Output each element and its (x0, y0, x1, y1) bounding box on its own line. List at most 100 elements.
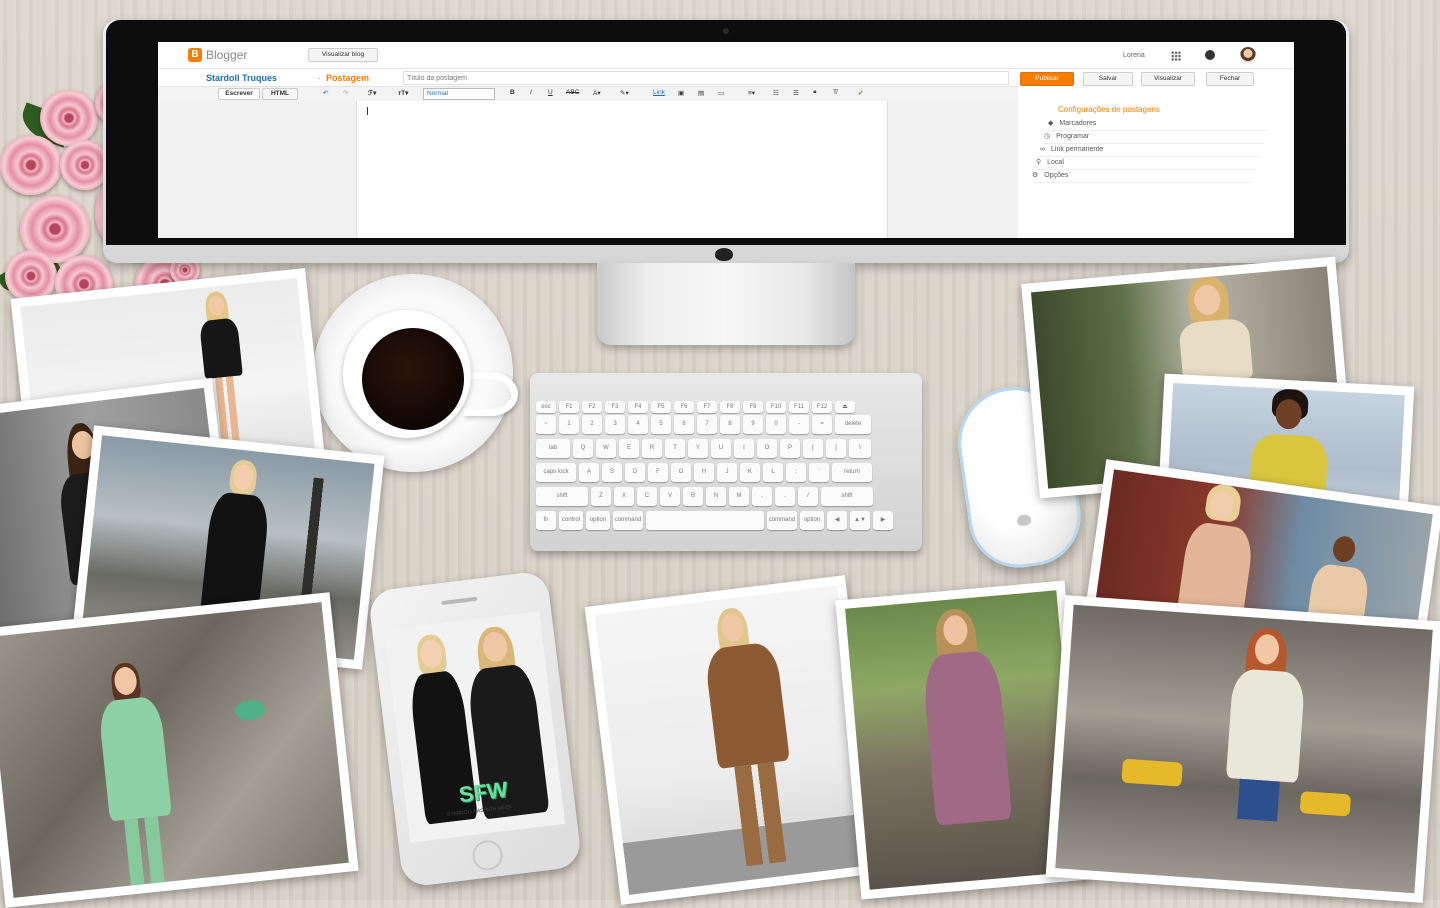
key[interactable]: F8 (720, 401, 740, 413)
font-size-icon[interactable]: ᴛT▾ (398, 89, 408, 97)
key[interactable]: 8 (720, 415, 740, 434)
key[interactable]: N (706, 487, 726, 506)
key[interactable]: F1 (559, 401, 579, 413)
apps-grid-icon[interactable] (1171, 51, 1181, 61)
key[interactable]: M (729, 487, 749, 506)
key[interactable]: H (694, 463, 714, 482)
key[interactable]: return (832, 463, 872, 482)
key[interactable]: P (780, 439, 800, 458)
key[interactable]: 3 (605, 415, 625, 434)
key[interactable]: C (637, 487, 657, 506)
image-icon[interactable]: ▣ (678, 89, 684, 97)
key[interactable]: T (665, 439, 685, 458)
redo-icon[interactable]: ↷ (343, 89, 348, 97)
key[interactable]: A (579, 463, 599, 482)
key[interactable]: shift (536, 487, 588, 506)
key[interactable]: - (789, 415, 809, 434)
key[interactable]: 2 (582, 415, 602, 434)
key[interactable]: control (559, 511, 583, 530)
spellcheck-icon[interactable]: ✔ (858, 89, 863, 97)
key[interactable]: I (734, 439, 754, 458)
key[interactable]: command (613, 511, 643, 530)
key[interactable]: ~ (536, 415, 556, 434)
avatar[interactable] (1240, 47, 1256, 63)
key[interactable]: Q (573, 439, 593, 458)
publish-button[interactable]: Publicar (1020, 72, 1074, 86)
post-body-editor[interactable] (356, 101, 888, 238)
key[interactable]: X (614, 487, 634, 506)
key[interactable]: ' (809, 463, 829, 482)
blog-name[interactable]: Stardoll Truques (206, 73, 277, 83)
text-color-icon[interactable]: A▾ (593, 89, 601, 97)
key[interactable] (646, 511, 764, 530)
align-icon[interactable]: ≡▾ (748, 89, 755, 97)
close-button[interactable]: Fechar (1206, 72, 1254, 86)
clear-format-icon[interactable]: T̸ (833, 89, 837, 96)
key[interactable]: Z (591, 487, 611, 506)
jump-break-icon[interactable]: ▭ (718, 89, 724, 97)
tab-html[interactable]: HTML (262, 88, 298, 100)
key[interactable]: ▲▼ (850, 511, 870, 530)
key[interactable]: ◀ (827, 511, 847, 530)
key[interactable]: 4 (628, 415, 648, 434)
key[interactable]: F4 (628, 401, 648, 413)
key[interactable]: L (763, 463, 783, 482)
underline-icon[interactable]: U (548, 89, 553, 96)
key[interactable]: , (752, 487, 772, 506)
key[interactable]: 7 (697, 415, 717, 434)
bullet-list-icon[interactable]: ☰ (793, 89, 799, 97)
settings-item-labels[interactable]: ◆ Marcadores (1048, 118, 1268, 131)
key[interactable]: E (619, 439, 639, 458)
highlight-icon[interactable]: ✎▾ (620, 89, 629, 97)
format-select[interactable]: Normal (423, 88, 495, 100)
key[interactable]: F9 (743, 401, 763, 413)
key[interactable]: command (767, 511, 797, 530)
key[interactable]: caps lock (536, 463, 576, 482)
key[interactable]: 0 (766, 415, 786, 434)
key[interactable]: O (757, 439, 777, 458)
key[interactable]: F6 (674, 401, 694, 413)
key[interactable]: \ (849, 439, 871, 458)
key[interactable]: F5 (651, 401, 671, 413)
key[interactable]: S (602, 463, 622, 482)
bold-icon[interactable]: B (510, 89, 515, 96)
notifications-icon[interactable] (1205, 50, 1215, 60)
key[interactable]: ⏏ (835, 401, 855, 413)
key[interactable]: tab (536, 439, 570, 458)
italic-icon[interactable]: I (530, 89, 532, 96)
view-blog-button[interactable]: Visualizar blog (308, 48, 378, 62)
key[interactable]: . (775, 487, 795, 506)
link-button[interactable]: Link (653, 89, 665, 96)
key[interactable]: esc (536, 401, 556, 413)
key[interactable]: F (648, 463, 668, 482)
key[interactable]: 5 (651, 415, 671, 434)
key[interactable]: ] (826, 439, 846, 458)
preview-button[interactable]: Visualizar (1141, 72, 1195, 86)
key[interactable]: / (798, 487, 818, 506)
key[interactable]: F10 (766, 401, 786, 413)
key[interactable]: Y (688, 439, 708, 458)
video-icon[interactable]: ▤ (698, 89, 704, 97)
settings-item-permalink[interactable]: ∞ Link permanente (1040, 144, 1260, 157)
key[interactable]: 9 (743, 415, 763, 434)
key[interactable]: V (660, 487, 680, 506)
key[interactable]: F11 (789, 401, 809, 413)
font-family-icon[interactable]: ℱ▾ (368, 89, 376, 97)
key[interactable]: 6 (674, 415, 694, 434)
key[interactable]: J (717, 463, 737, 482)
home-button[interactable] (470, 838, 505, 873)
undo-icon[interactable]: ↶ (323, 89, 328, 97)
key[interactable]: 1 (559, 415, 579, 434)
settings-item-schedule[interactable]: ◷ Programar (1044, 131, 1264, 144)
key[interactable]: B (683, 487, 703, 506)
post-title-input[interactable] (403, 71, 1009, 85)
save-button[interactable]: Salvar (1083, 72, 1133, 86)
key[interactable]: D (625, 463, 645, 482)
key[interactable]: [ (803, 439, 823, 458)
tab-compose[interactable]: Escrever (218, 88, 260, 100)
key[interactable]: W (596, 439, 616, 458)
key[interactable]: R (642, 439, 662, 458)
quote-icon[interactable]: ❝ (813, 89, 817, 97)
key[interactable]: = (812, 415, 832, 434)
key[interactable]: ; (786, 463, 806, 482)
